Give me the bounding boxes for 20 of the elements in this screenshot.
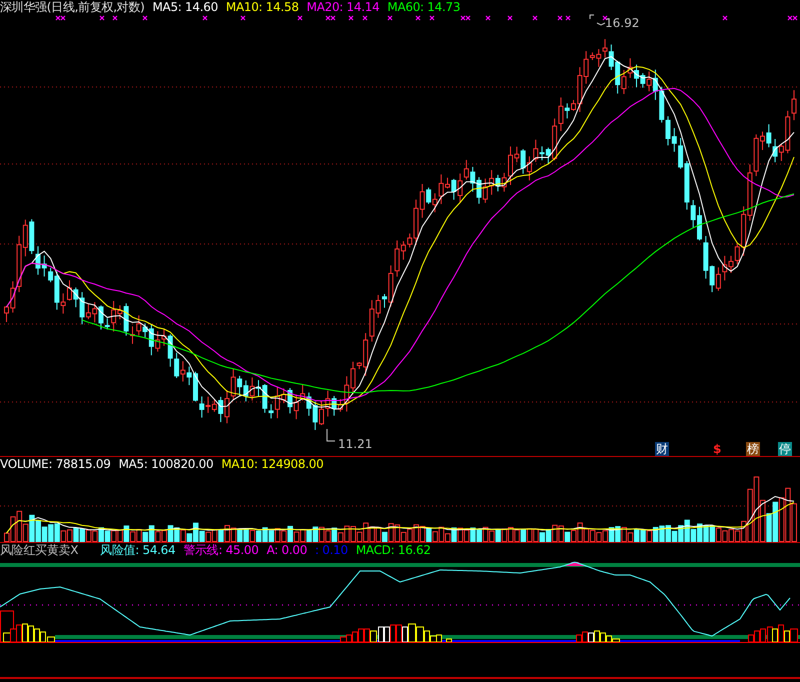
dollar-sign-icon: $ <box>712 442 722 456</box>
indicator-value: A: 0.00 <box>266 543 308 557</box>
chart-title: 风险红买黄卖X <box>0 543 78 557</box>
indicator-value: 风险值: 54.64 <box>100 543 176 557</box>
indicator-value: MA20: 14.14 <box>306 0 380 14</box>
indicator-value: MA5: 14.60 <box>152 0 218 14</box>
price-label: 16.92 <box>605 16 640 30</box>
badge-tag: 财 <box>655 442 669 456</box>
indicator-value: VOLUME: 78815.09 <box>0 457 111 471</box>
indicator-value: 警示线: 45.00 <box>183 543 259 557</box>
badge-tag: 榜 <box>746 442 760 456</box>
indicator-value: MA10: 124908.00 <box>221 457 324 471</box>
chart-title: 深圳华强(日线,前复权,对数) <box>0 0 144 14</box>
indicator-value: MACD: 16.62 <box>356 543 431 557</box>
indicator-value: MA60: 14.73 <box>387 0 460 14</box>
price-label: 11.21 <box>338 437 372 451</box>
badge-tag: 停 <box>778 442 792 456</box>
indicator-value: : 0.10 <box>315 543 348 557</box>
indicator-value: MA5: 100820.00 <box>118 457 214 471</box>
indicator-value: MA10: 14.58 <box>226 0 299 14</box>
